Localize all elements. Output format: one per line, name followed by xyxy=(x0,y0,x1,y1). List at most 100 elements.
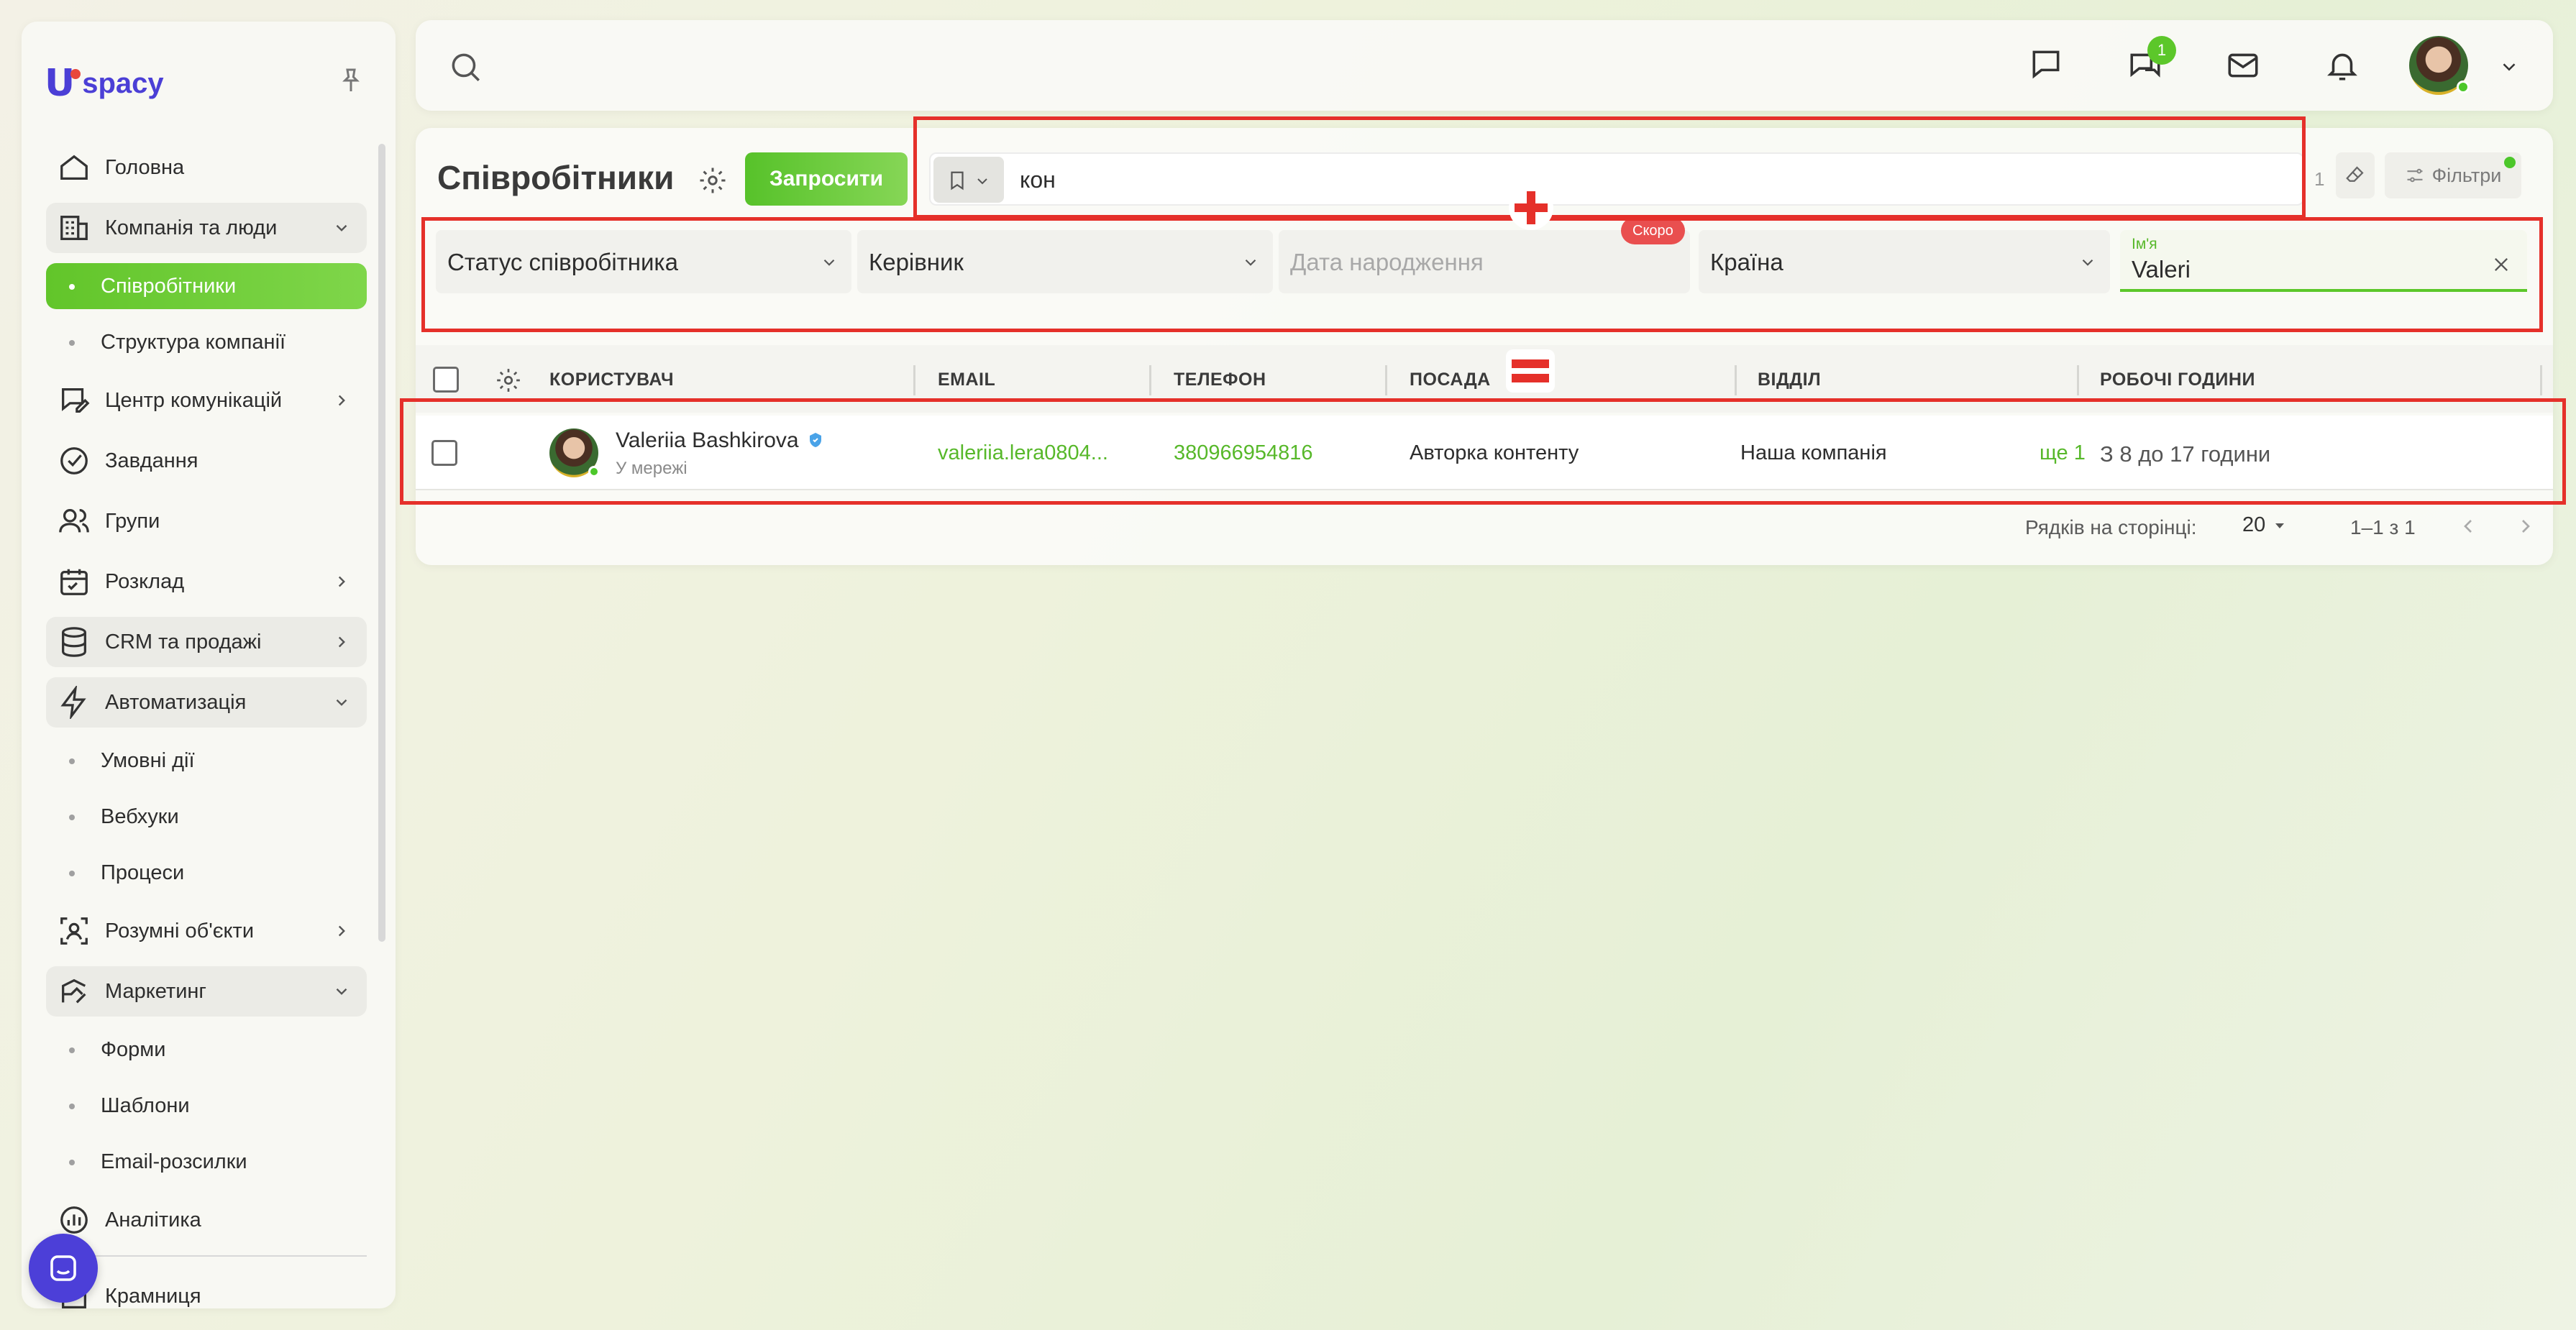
active-filter-dot xyxy=(2504,157,2516,168)
sidebar-item-crm[interactable]: CRM та продажі xyxy=(46,617,367,667)
sidebar-item-company-structure[interactable]: Структура компанії xyxy=(46,319,367,365)
annotation-search-box xyxy=(913,116,2306,219)
sidebar-item-label: CRM та продажі xyxy=(105,630,262,653)
home-icon xyxy=(60,155,88,180)
invite-button[interactable]: Запросити xyxy=(745,152,908,206)
sidebar-item-label: Автоматизація xyxy=(105,690,247,714)
chevron-right-icon[interactable] xyxy=(2514,515,2537,538)
app-logo[interactable]: U spacy xyxy=(45,65,164,102)
sidebar-item-employees[interactable]: Співробітники xyxy=(46,263,367,309)
sidebar-item-label: Умовні дії xyxy=(101,748,195,772)
sidebar-item-home[interactable]: Головна xyxy=(46,142,367,193)
sidebar-item-label: Розумні об'єкти xyxy=(105,919,255,943)
chat-edit-icon xyxy=(62,388,90,413)
chevron-left-icon[interactable] xyxy=(2457,515,2480,538)
sidebar-item-label: Крамниця xyxy=(105,1284,201,1308)
column-header-phone[interactable]: ТЕЛЕФОН xyxy=(1174,370,1266,390)
database-icon xyxy=(62,627,86,657)
sidebar-item-label: Структура компанії xyxy=(101,330,286,354)
sidebar-item-label: Головна xyxy=(105,155,185,179)
check-circle-icon xyxy=(60,447,88,474)
sidebar-item-groups[interactable]: Групи xyxy=(46,496,367,546)
sidebar-item-email-campaigns[interactable]: Email-розсилки xyxy=(46,1139,367,1185)
sidebar-item-label: Розклад xyxy=(105,569,185,593)
sidebar-item-label: Маркетинг xyxy=(105,979,206,1003)
sidebar-item-label: Центр комунікацій xyxy=(105,388,283,412)
rows-per-page-label: Рядків на сторінці: xyxy=(2025,516,2197,538)
sidebar-item-automation[interactable]: Автоматизація xyxy=(46,677,367,728)
sidebar-item-label: Завдання xyxy=(105,449,198,472)
sidebar-item-marketing[interactable]: Маркетинг xyxy=(46,966,367,1017)
chevron-right-icon xyxy=(338,636,345,648)
select-all-checkbox[interactable] xyxy=(433,367,459,393)
sidebar-item-forms[interactable]: Форми xyxy=(46,1027,367,1073)
users-icon xyxy=(59,509,89,533)
pin-icon[interactable] xyxy=(337,66,365,95)
filter-icon xyxy=(2407,168,2423,183)
chevron-right-icon xyxy=(338,925,345,937)
sidebar-item-label: Email-розсилки xyxy=(101,1150,247,1173)
search-icon[interactable] xyxy=(447,49,483,85)
user-avatar[interactable] xyxy=(2409,36,2470,95)
sidebar-scrollbar[interactable] xyxy=(378,144,385,942)
plus-icon xyxy=(1509,185,1553,230)
annotation-filters-box xyxy=(421,217,2543,332)
sidebar-item-smart-objects[interactable]: Розумні об'єкти xyxy=(46,906,367,956)
equals-icon xyxy=(1506,349,1555,393)
logo-letter: U xyxy=(45,62,76,105)
column-header-email[interactable]: EMAIL xyxy=(938,370,995,390)
caret-down-icon xyxy=(2275,523,2285,528)
sidebar-item-webhooks[interactable]: Вебхуки xyxy=(46,794,367,840)
marketing-icon xyxy=(62,978,86,1004)
gear-icon[interactable] xyxy=(698,165,728,196)
sidebar-item-label: Вебхуки xyxy=(101,804,179,828)
mail-icon[interactable] xyxy=(2225,47,2261,83)
sidebar-item-company[interactable]: Компанія та люди xyxy=(46,203,367,253)
sidebar: U spacy Головна Компанія та люди Співроб… xyxy=(22,22,396,1308)
annotation-result-box xyxy=(400,398,2566,505)
rows-per-page-select[interactable]: 20 xyxy=(2242,513,2288,537)
column-header-position[interactable]: ПОСАДА xyxy=(1410,370,1491,390)
sidebar-item-templates[interactable]: Шаблони xyxy=(46,1083,367,1129)
online-indicator xyxy=(2457,81,2470,93)
rows-per-page-value: 20 xyxy=(2242,513,2266,536)
messages-icon[interactable] xyxy=(2028,46,2064,82)
calendar-icon xyxy=(60,569,88,595)
chevron-right-icon xyxy=(338,576,345,587)
sidebar-item-label: Групи xyxy=(105,509,160,533)
sidebar-item-label: Співробітники xyxy=(101,274,237,298)
support-chat-button[interactable] xyxy=(29,1234,98,1303)
sidebar-item-label: Форми xyxy=(101,1037,166,1061)
chevron-down-icon xyxy=(336,699,347,706)
sidebar-item-schedule[interactable]: Розклад xyxy=(46,556,367,607)
filters-button[interactable]: Фільтри xyxy=(2385,152,2521,198)
results-count: 1 xyxy=(2314,168,2325,190)
sidebar-item-tasks[interactable]: Завдання xyxy=(46,436,367,486)
sidebar-item-processes[interactable]: Процеси xyxy=(46,850,367,896)
scan-icon xyxy=(60,917,88,945)
sidebar-item-communications[interactable]: Центр комунікацій xyxy=(46,375,367,426)
clear-filters-button[interactable] xyxy=(2336,152,2375,198)
chevron-down-icon xyxy=(336,224,347,231)
column-header-user[interactable]: КОРИСТУВАЧ xyxy=(549,370,674,390)
logo-text: spacy xyxy=(82,67,164,99)
chat-icon xyxy=(50,1255,76,1281)
chevron-down-icon xyxy=(336,988,347,995)
sidebar-item-analytics[interactable]: Аналітика xyxy=(46,1195,367,1245)
filters-label: Фільтри xyxy=(2431,164,2502,186)
chats-count-badge: 1 xyxy=(2147,36,2176,65)
building-icon xyxy=(60,216,88,240)
column-header-working-hours[interactable]: РОБОЧІ ГОДИНИ xyxy=(2100,370,2255,390)
chevron-down-icon[interactable] xyxy=(2498,56,2520,78)
analytics-icon xyxy=(60,1206,88,1234)
sidebar-item-label: Компанія та люди xyxy=(105,216,278,239)
sidebar-menu: Головна Компанія та люди Співробітники С… xyxy=(46,142,367,1308)
sidebar-item-label: Аналітика xyxy=(105,1208,201,1232)
gear-icon[interactable] xyxy=(495,367,522,394)
eraser-icon xyxy=(2346,166,2364,182)
bell-icon[interactable] xyxy=(2324,47,2360,83)
column-header-department[interactable]: ВІДДІЛ xyxy=(1758,370,1821,390)
sidebar-item-conditional-actions[interactable]: Умовні дії xyxy=(46,738,367,784)
sidebar-item-label: Процеси xyxy=(101,861,185,884)
sidebar-item-label: Шаблони xyxy=(101,1093,190,1117)
